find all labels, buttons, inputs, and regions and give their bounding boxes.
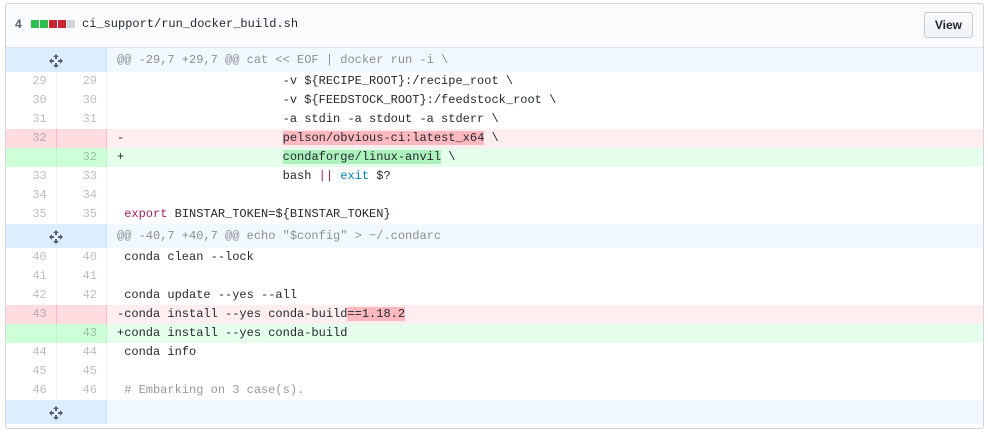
- context-line: 29 29 -v ${RECIPE_ROOT}:/recipe_root \: [6, 72, 983, 91]
- new-line-number[interactable]: [56, 129, 108, 148]
- line-code-text: +conda install --yes conda-build: [117, 326, 348, 340]
- context-line: 40 40 conda clean --lock: [6, 248, 983, 267]
- new-line-number[interactable]: 42: [56, 286, 108, 305]
- line-code: [107, 267, 984, 286]
- context-line: 41 41: [6, 267, 983, 286]
- old-line-number[interactable]: 42: [6, 286, 57, 305]
- old-line-number[interactable]: 46: [6, 381, 57, 400]
- changed-text-highlight: condaforge/linux-anvil: [282, 150, 442, 164]
- hunk-header: [6, 400, 983, 424]
- new-line-number[interactable]: 32: [56, 148, 108, 167]
- new-line-number[interactable]: 35: [56, 205, 108, 224]
- context-line: 34 34: [6, 186, 983, 205]
- old-line-number[interactable]: 35: [6, 205, 57, 224]
- hunk-header-text: @@ -40,7 +40,7 @@ echo "$config" > ~/.co…: [106, 224, 983, 248]
- new-line-number[interactable]: 33: [56, 167, 108, 186]
- old-line-number[interactable]: [6, 148, 57, 167]
- diff-file: 4 ci_support/run_docker_build.sh View @@…: [5, 3, 984, 429]
- changed-text-highlight: pelson/obvious-ci:latest_x64: [282, 131, 485, 145]
- line-code-text: -conda install --yes conda-build: [117, 307, 348, 321]
- old-line-number[interactable]: 29: [6, 72, 57, 91]
- new-line-number[interactable]: [56, 305, 108, 324]
- diffstat-block: [58, 20, 66, 28]
- hunk-header-text: [106, 400, 983, 424]
- line-code: conda clean --lock: [117, 250, 254, 264]
- line-code-text: +: [117, 150, 283, 164]
- new-line-number[interactable]: 30: [56, 91, 108, 110]
- old-line-number[interactable]: 33: [6, 167, 57, 186]
- line-code: -v ${RECIPE_ROOT}:/recipe_root \: [117, 74, 514, 88]
- diffstat-bar: [31, 20, 76, 28]
- context-line: 42 42 conda update --yes --all: [6, 286, 983, 305]
- line-code-suffix: \: [441, 150, 456, 164]
- diffstat-block: [67, 20, 75, 28]
- file-path[interactable]: ci_support/run_docker_build.sh: [82, 17, 298, 31]
- diffstat-block: [31, 20, 39, 28]
- old-line-number[interactable]: 31: [6, 110, 57, 129]
- diffstat-block: [49, 20, 57, 28]
- line-code-text: -: [117, 131, 283, 145]
- context-line: 46 46 # Embarking on 3 case(s).: [6, 381, 983, 400]
- view-file-button[interactable]: View: [923, 12, 973, 38]
- line-code: # Embarking on 3 case(s).: [117, 383, 305, 397]
- new-line-number[interactable]: 34: [56, 186, 108, 205]
- context-line: 31 31 -a stdin -a stdout -a stderr \: [6, 110, 983, 129]
- hunk-header: @@ -40,7 +40,7 @@ echo "$config" > ~/.co…: [6, 224, 983, 248]
- expand-icon: [49, 405, 63, 420]
- new-line-number[interactable]: 40: [56, 248, 108, 267]
- expand-icon: [49, 229, 63, 244]
- old-line-number[interactable]: 30: [6, 91, 57, 110]
- file-header: 4 ci_support/run_docker_build.sh View: [6, 4, 983, 48]
- context-line: 45 45: [6, 362, 983, 381]
- old-line-number[interactable]: 41: [6, 267, 57, 286]
- diffstat-block: [40, 20, 48, 28]
- line-code: -a stdin -a stdout -a stderr \: [117, 112, 499, 126]
- line-code: [107, 186, 984, 205]
- context-line: 30 30 -v ${FEEDSTOCK_ROOT}:/feedstock_roo…: [6, 91, 983, 110]
- new-line-number[interactable]: 41: [56, 267, 108, 286]
- old-line-number[interactable]: 43: [6, 305, 57, 324]
- line-code: - pelson/obvious-ci:latest_x64 \: [106, 129, 983, 148]
- context-line: 44 44 conda info: [6, 343, 983, 362]
- line-code: conda update --yes --all: [117, 288, 298, 302]
- line-code: +conda install --yes conda-build: [106, 324, 983, 343]
- new-line-number[interactable]: 44: [56, 343, 108, 362]
- new-line-number[interactable]: 31: [56, 110, 108, 129]
- context-line: 33 33 bash || exit $?: [6, 167, 983, 186]
- old-line-number[interactable]: 44: [6, 343, 57, 362]
- deleted-line: 32 - pelson/obvious-ci:latest_x64 \: [6, 129, 983, 148]
- added-line: 32 + condaforge/linux-anvil \: [6, 148, 983, 167]
- new-line-number[interactable]: 46: [56, 381, 108, 400]
- new-line-number[interactable]: 29: [56, 72, 108, 91]
- old-line-number[interactable]: 34: [6, 186, 57, 205]
- line-code: -v ${FEEDSTOCK_ROOT}:/feedstock_root \: [117, 93, 557, 107]
- line-code: conda info: [117, 345, 197, 359]
- line-code: [107, 362, 984, 381]
- line-code: + condaforge/linux-anvil \: [106, 148, 983, 167]
- new-line-number[interactable]: 43: [56, 324, 108, 343]
- line-code-suffix: \: [484, 131, 499, 145]
- line-code: bash || exit $?: [117, 169, 391, 183]
- expand-icon: [49, 53, 63, 68]
- expand-button[interactable]: [6, 400, 107, 424]
- old-line-number[interactable]: 45: [6, 362, 57, 381]
- added-line: 43 +conda install --yes conda-build: [6, 324, 983, 343]
- old-line-number[interactable]: 40: [6, 248, 57, 267]
- diff-count: 4: [15, 17, 22, 31]
- hunk-header: @@ -29,7 +29,7 @@ cat << EOF | docker ru…: [6, 48, 983, 72]
- hunk-header-text: @@ -29,7 +29,7 @@ cat << EOF | docker ru…: [106, 48, 983, 72]
- diff-table: @@ -29,7 +29,7 @@ cat << EOF | docker ru…: [6, 48, 983, 424]
- changed-text-highlight: ==1.18.2: [347, 307, 406, 321]
- expand-button[interactable]: [6, 48, 107, 72]
- old-line-number[interactable]: 32: [6, 129, 57, 148]
- deleted-line: 43 -conda install --yes conda-build==1.18…: [6, 305, 983, 324]
- context-line: 35 35 export BINSTAR_TOKEN=${BINSTAR_TOKE…: [6, 205, 983, 224]
- line-code: -conda install --yes conda-build==1.18.2: [106, 305, 983, 324]
- expand-button[interactable]: [6, 224, 107, 248]
- line-code: export BINSTAR_TOKEN=${BINSTAR_TOKEN}: [124, 207, 391, 221]
- old-line-number[interactable]: [6, 324, 57, 343]
- new-line-number[interactable]: 45: [56, 362, 108, 381]
